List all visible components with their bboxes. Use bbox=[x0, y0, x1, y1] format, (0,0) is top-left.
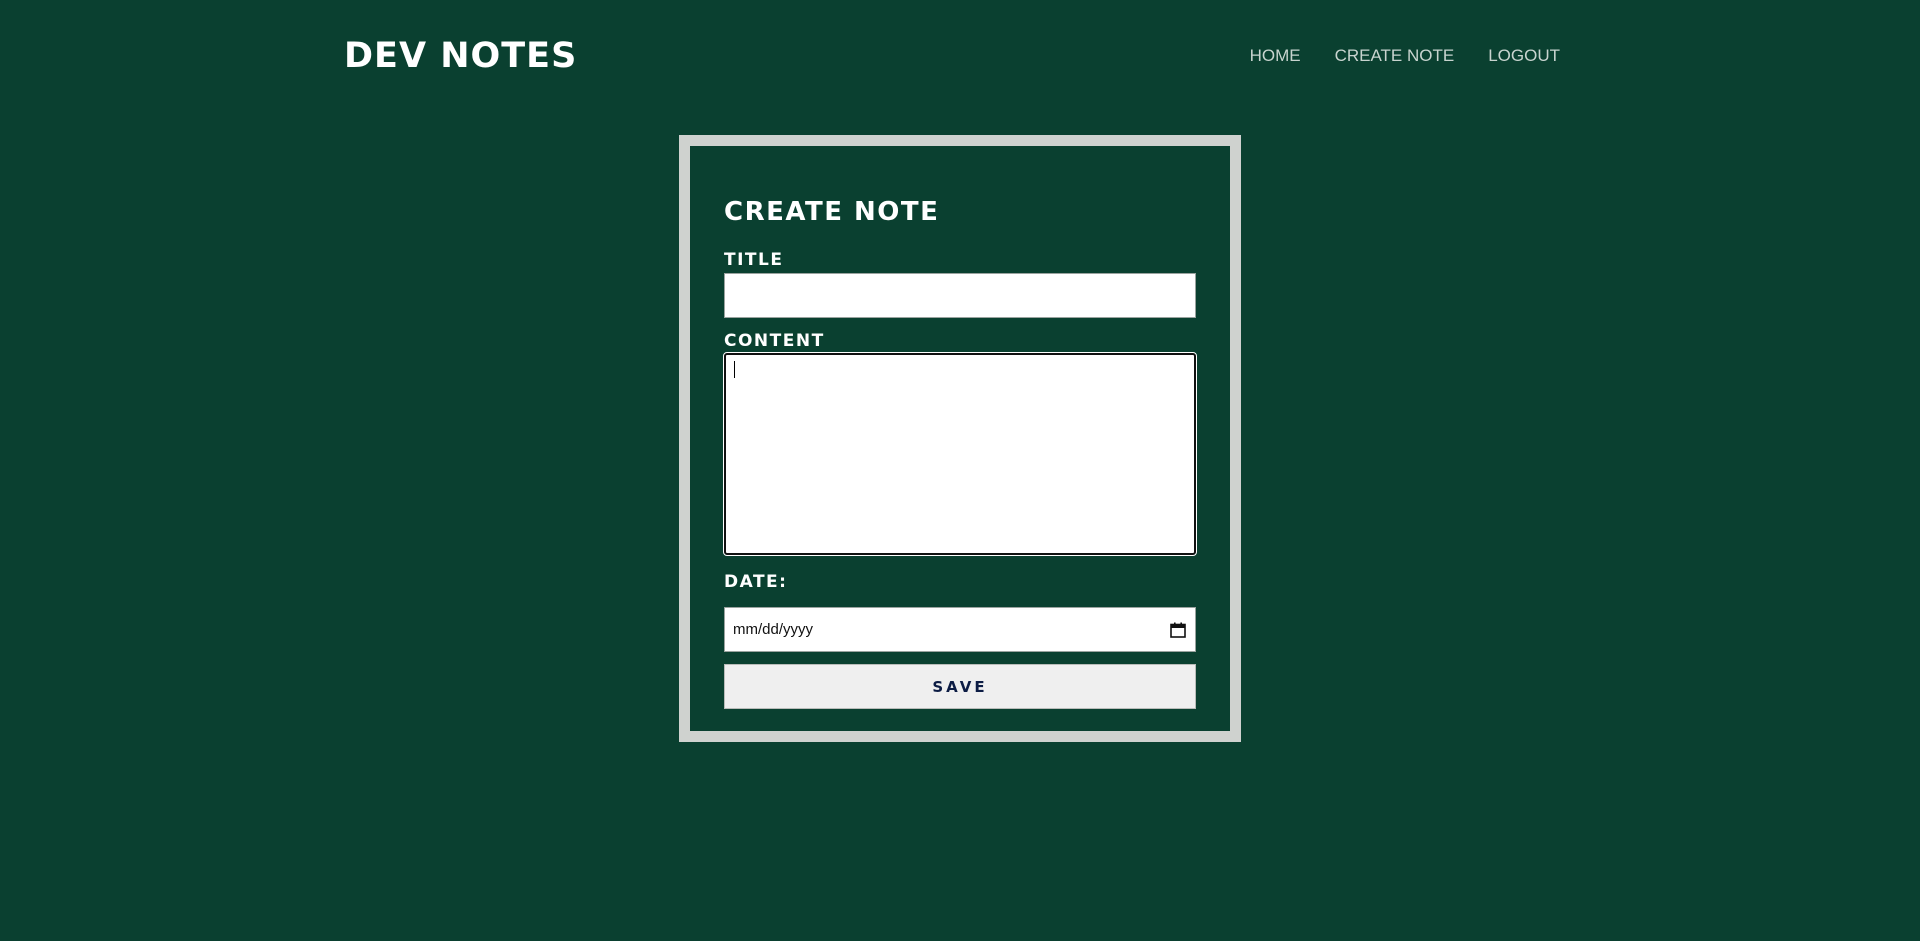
date-input[interactable]: mm/dd/yyyy bbox=[724, 607, 1196, 652]
content-textarea[interactable] bbox=[723, 352, 1197, 556]
site-header: DEV NOTES HOME CREATE NOTE LOGOUT bbox=[0, 0, 1920, 112]
site-logo[interactable]: DEV NOTES bbox=[344, 34, 577, 78]
title-input[interactable] bbox=[724, 273, 1196, 318]
content-label: CONTENT bbox=[724, 331, 825, 351]
text-caret bbox=[734, 361, 735, 378]
calendar-icon[interactable] bbox=[1169, 621, 1187, 639]
title-label: TITLE bbox=[724, 250, 784, 270]
nav-create-note-link[interactable]: CREATE NOTE bbox=[1335, 44, 1455, 68]
date-input-placeholder: mm/dd/yyyy bbox=[733, 621, 814, 638]
form-title: CREATE NOTE bbox=[724, 197, 940, 227]
main-nav: HOME CREATE NOTE LOGOUT bbox=[1250, 44, 1560, 68]
create-note-card: CREATE NOTE TITLE CONTENT DATE: mm/dd/yy… bbox=[679, 135, 1241, 742]
date-label: DATE: bbox=[724, 572, 788, 592]
nav-home-link[interactable]: HOME bbox=[1250, 44, 1301, 68]
nav-logout-link[interactable]: LOGOUT bbox=[1488, 44, 1560, 68]
save-button[interactable]: SAVE bbox=[724, 664, 1196, 709]
